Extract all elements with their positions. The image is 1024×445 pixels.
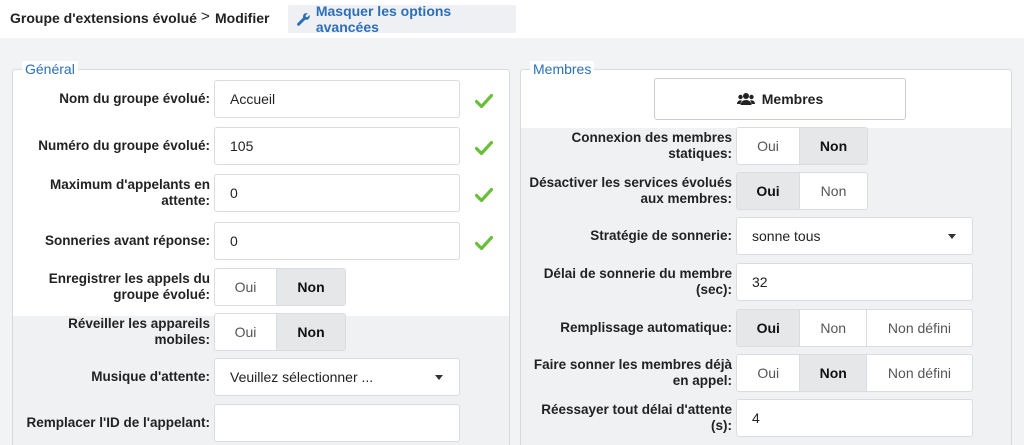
members-button-label: Membres (761, 91, 824, 107)
retry-timeout-input[interactable]: 4 (736, 399, 973, 437)
retry-timeout-label: Réessayer tout délai d'attente (s): (541, 402, 732, 433)
toggle-advanced-options-button[interactable]: Masquer les options avancées (288, 3, 516, 35)
wake-devices-label: Réveiller les appareils mobiles: (68, 316, 210, 347)
member-ring-delay-input[interactable]: 32 (736, 263, 973, 301)
autofill-toggle: Oui Non Non défini (736, 309, 973, 347)
static-login-toggle: Oui Non (736, 127, 868, 165)
top-bar: Groupe d'extensions évolué > Modifier Ma… (0, 0, 1024, 38)
wake-devices-toggle: Oui Non (214, 313, 346, 351)
group-number-input[interactable]: 105 (214, 127, 460, 165)
breadcrumb-current: Modifier (215, 10, 270, 26)
static-login-label: Connexion des membres statiques: (571, 130, 732, 161)
ring-busy-oui[interactable]: Oui (737, 355, 801, 391)
record-calls-toggle: Oui Non (214, 268, 346, 306)
static-login-oui[interactable]: Oui (737, 128, 801, 164)
member-ring-delay-label: Délai de sonnerie du membre (sec): (543, 266, 732, 297)
wake-devices-oui[interactable]: Oui (215, 314, 278, 350)
users-icon (736, 93, 755, 105)
disable-services-oui[interactable]: Oui (737, 173, 801, 209)
form-canvas: Général Nom du groupe évolué: Accueil Nu… (0, 38, 1024, 445)
check-icon (475, 141, 493, 155)
music-on-hold-label: Musique d'attente: (91, 369, 210, 384)
ring-strategy-label: Stratégie de sonnerie: (590, 228, 732, 243)
ring-busy-undefined[interactable]: Non défini (867, 355, 972, 391)
caller-id-input[interactable] (214, 404, 460, 442)
disable-services-toggle: Oui Non (736, 172, 868, 210)
autofill-non[interactable]: Non (800, 310, 867, 346)
ring-strategy-select[interactable]: sonne tous (736, 217, 973, 255)
group-number-label: Numéro du groupe évolué: (38, 138, 210, 153)
disable-services-label: Désactiver les services évolués aux memb… (529, 175, 732, 206)
record-calls-non[interactable]: Non (277, 269, 345, 305)
breadcrumb-parent[interactable]: Groupe d'extensions évolué (10, 10, 197, 26)
disable-services-non[interactable]: Non (800, 173, 867, 209)
ring-busy-members-label: Faire sonner les membres déjà en appel: (533, 357, 732, 388)
rings-before-answer-label: Sonneries avant réponse: (44, 233, 210, 248)
caller-id-label: Remplacer l'ID de l'appelant: (26, 415, 210, 430)
check-icon (475, 94, 493, 108)
ring-busy-members-toggle: Oui Non Non défini (736, 354, 973, 392)
record-calls-oui[interactable]: Oui (215, 269, 278, 305)
max-callers-label: Maximum d'appelants en attente: (50, 177, 210, 208)
breadcrumb-separator: > (201, 8, 210, 25)
group-name-input[interactable]: Accueil (214, 80, 460, 118)
music-on-hold-select[interactable]: Veuillez sélectionner ... (214, 358, 460, 396)
ring-busy-non[interactable]: Non (800, 355, 867, 391)
wake-devices-non[interactable]: Non (277, 314, 345, 350)
autofill-oui[interactable]: Oui (737, 310, 801, 346)
toggle-advanced-options-label: Masquer les options avancées (315, 3, 452, 35)
group-name-label: Nom du groupe évolué: (59, 91, 210, 106)
members-button[interactable]: Membres (654, 78, 906, 120)
record-calls-label: Enregistrer les appels du groupe évolué: (48, 271, 210, 302)
rings-before-answer-input[interactable]: 0 (214, 222, 460, 260)
autofill-label: Remplissage automatique: (560, 320, 732, 335)
general-legend: Général (22, 61, 78, 77)
check-icon (475, 236, 493, 250)
wrench-icon (297, 12, 310, 26)
check-icon (475, 188, 493, 202)
autofill-undefined[interactable]: Non défini (867, 310, 972, 346)
members-legend: Membres (530, 61, 595, 77)
max-callers-input[interactable]: 0 (214, 174, 460, 212)
static-login-non[interactable]: Non (800, 128, 867, 164)
